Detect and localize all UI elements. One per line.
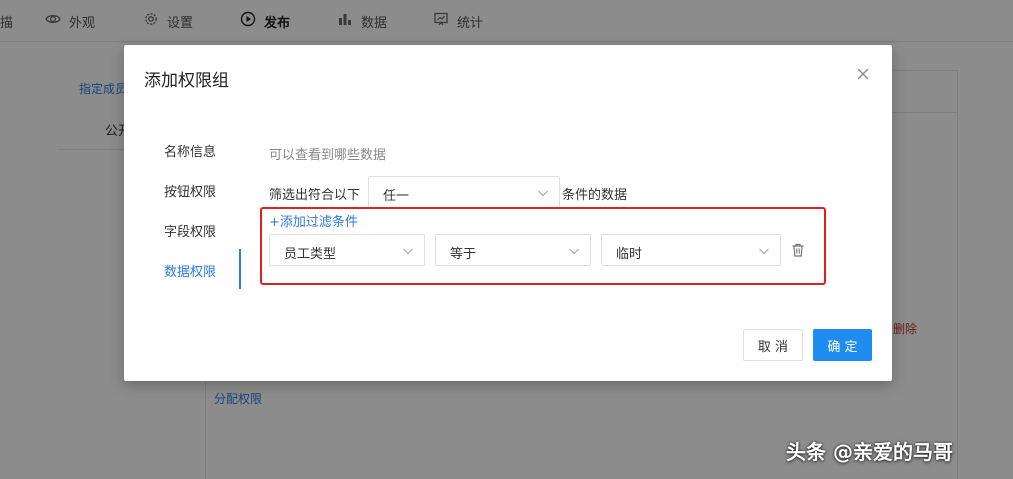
tab-button-permission[interactable]: 按钮权限 xyxy=(164,181,216,200)
delete-condition-button[interactable] xyxy=(790,242,806,258)
close-icon xyxy=(856,68,870,85)
select-value: 临时 xyxy=(616,247,643,262)
select-value: 等于 xyxy=(450,247,477,262)
condition-value-select[interactable]: 临时 xyxy=(601,234,781,266)
select-value: 任一 xyxy=(383,189,410,204)
dialog-title: 添加权限组 xyxy=(144,71,229,91)
watermark: 头条 @亲爱的马哥 xyxy=(786,440,953,464)
chevron-down-icon xyxy=(568,245,580,257)
tab-name-info[interactable]: 名称信息 xyxy=(164,141,216,160)
match-mode-select[interactable]: 任一 xyxy=(368,176,560,208)
chevron-down-icon xyxy=(402,245,414,257)
confirm-button[interactable]: 确 定 xyxy=(813,329,872,361)
trash-icon xyxy=(790,243,806,262)
data-permission-hint: 可以查看到哪些数据 xyxy=(269,148,387,163)
match-rule-suffix: 条件的数据 xyxy=(562,188,628,203)
match-rule-prefix: 筛选出符合以下 xyxy=(269,188,361,203)
chevron-down-icon xyxy=(537,187,549,199)
tab-data-permission[interactable]: 数据权限 xyxy=(164,261,216,280)
add-filter-condition-link[interactable]: +添加过滤条件 xyxy=(269,211,358,230)
cancel-button[interactable]: 取 消 xyxy=(743,329,803,361)
tab-field-permission[interactable]: 字段权限 xyxy=(164,221,216,240)
active-tab-indicator xyxy=(239,249,241,289)
condition-field-select[interactable]: 员工类型 xyxy=(269,234,425,266)
condition-operator-select[interactable]: 等于 xyxy=(435,234,591,266)
add-permission-group-dialog: 添加权限组 名称信息 按钮权限 字段权限 数据权限 可以查看到哪些数据 筛选出符… xyxy=(124,45,892,381)
close-button[interactable] xyxy=(856,67,870,81)
select-value: 员工类型 xyxy=(284,247,337,262)
chevron-down-icon xyxy=(758,245,770,257)
